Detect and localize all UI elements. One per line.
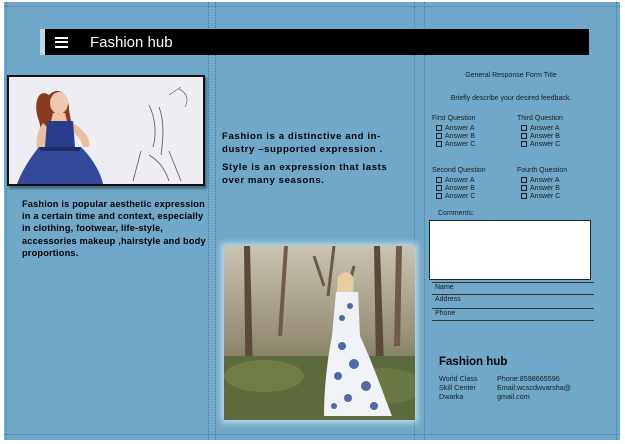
answer-option[interactable]: Answer A	[521, 124, 563, 132]
column-guide	[208, 2, 209, 440]
checkbox[interactable]	[436, 125, 442, 131]
answer-option[interactable]: Answer A	[436, 176, 486, 184]
checkbox[interactable]	[521, 125, 527, 131]
checkbox[interactable]	[521, 141, 527, 147]
answer-option[interactable]: Answer B	[436, 132, 476, 140]
margin-guide	[4, 434, 620, 435]
question-label: Fourth Question	[517, 167, 568, 174]
form-description: Briefly describe your desired feedback.	[450, 95, 572, 102]
footer-title: Fashion hub	[439, 356, 508, 368]
checkbox[interactable]	[436, 141, 442, 147]
intro-paragraph: Fashion is popular aesthetic expression …	[22, 199, 206, 258]
name-field[interactable]: Name	[432, 282, 594, 291]
answer-option[interactable]: Answer A	[436, 124, 476, 132]
phone-field[interactable]: Phone	[432, 308, 594, 317]
address-field[interactable]: Address	[432, 294, 594, 303]
tagline-paragraph-2: Style is an expression that lasts over m…	[222, 162, 388, 186]
question-block: Third Question Answer A Answer B Answer …	[517, 115, 563, 148]
answer-option[interactable]: Answer A	[521, 176, 567, 184]
checkbox[interactable]	[521, 193, 527, 199]
comments-label: Comments:	[438, 210, 474, 217]
tagline-paragraph-1: Fashion is a distinctive and in-dustry –…	[222, 131, 383, 155]
fashion-model-image	[7, 75, 205, 186]
margin-guide	[4, 6, 620, 7]
question-label: Third Question	[517, 115, 563, 122]
answer-option[interactable]: Answer B	[436, 184, 486, 192]
header-title: Fashion hub	[90, 33, 173, 51]
question-block: First Question Answer A Answer B Answer …	[432, 115, 476, 148]
checkbox[interactable]	[436, 193, 442, 199]
header-bar: Fashion hub	[40, 29, 589, 55]
checkbox[interactable]	[436, 177, 442, 183]
checkbox[interactable]	[521, 185, 527, 191]
column-guide	[215, 2, 216, 440]
footer-contact: Phone:8598665596 Email:wcscdwvarsha@ gma…	[497, 374, 571, 401]
question-block: Second Question Answer A Answer B Answer…	[432, 167, 486, 200]
answer-option[interactable]: Answer B	[521, 132, 563, 140]
checkbox[interactable]	[436, 133, 442, 139]
forest-fashion-image	[224, 246, 415, 420]
tagline-text: Fashion is a distinctive and in-dustry –…	[222, 130, 404, 192]
question-label: Second Question	[432, 167, 486, 174]
field-divider	[432, 320, 594, 321]
question-label: First Question	[432, 115, 476, 122]
answer-option[interactable]: Answer C	[436, 140, 476, 148]
checkbox[interactable]	[521, 133, 527, 139]
margin-guide	[6, 2, 7, 440]
footer-address: World Class Skill Center Dwarka	[439, 374, 478, 401]
comments-field[interactable]	[429, 220, 591, 280]
checkbox[interactable]	[521, 177, 527, 183]
question-block: Fourth Question Answer A Answer B Answer…	[517, 167, 567, 200]
answer-option[interactable]: Answer B	[521, 184, 567, 192]
answer-option[interactable]: Answer C	[436, 192, 486, 200]
column-guide	[424, 2, 425, 440]
form-title: General Response Form Title	[465, 72, 557, 79]
answer-option[interactable]: Answer C	[521, 192, 567, 200]
checkbox[interactable]	[436, 185, 442, 191]
margin-guide	[616, 2, 617, 440]
hamburger-menu-icon[interactable]	[55, 36, 68, 48]
answer-option[interactable]: Answer C	[521, 140, 563, 148]
